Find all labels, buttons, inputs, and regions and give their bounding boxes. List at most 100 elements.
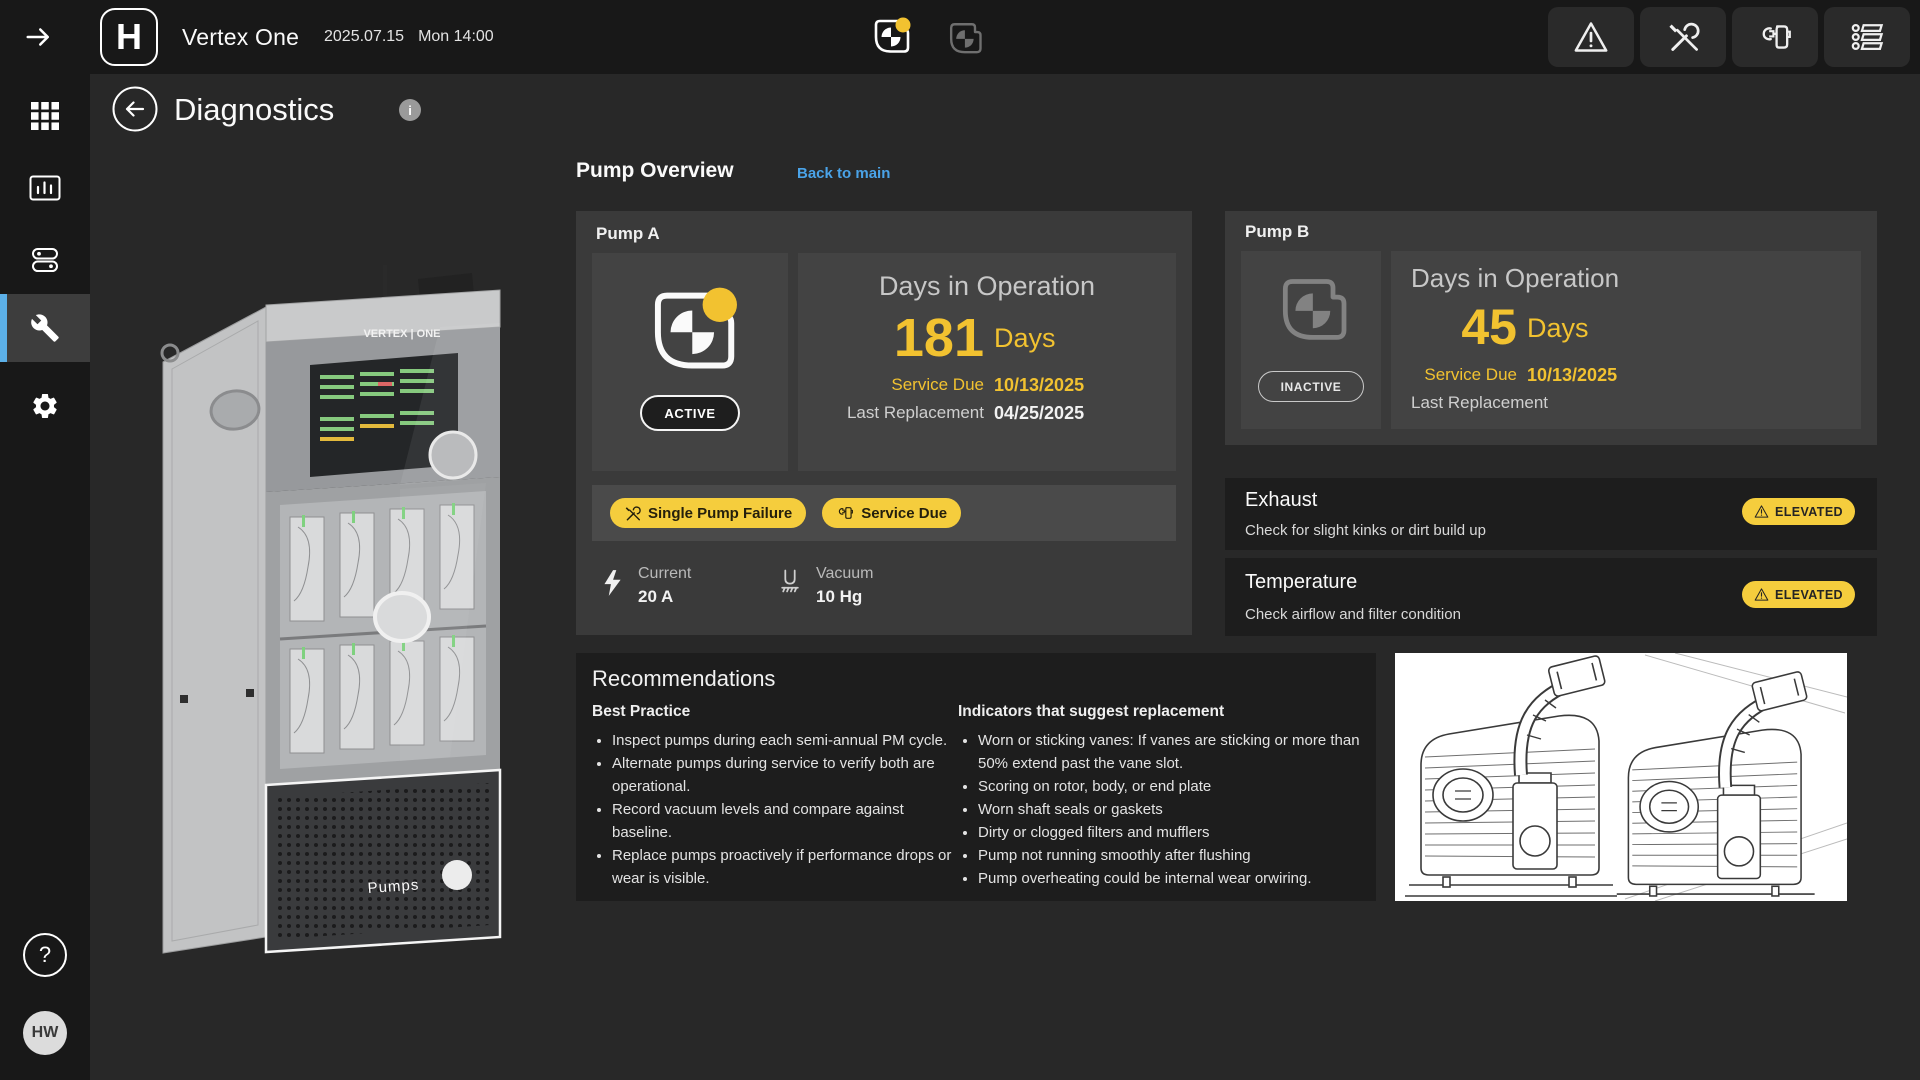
lightning-icon <box>600 569 624 597</box>
pump-a-service-due-value: 10/13/2025 <box>994 371 1154 399</box>
vacuum-value: 10 Hg <box>816 585 874 609</box>
temperature-elevated-badge: ELEVATED <box>1742 581 1855 608</box>
sidebar-item-analytics[interactable] <box>0 160 90 216</box>
exhaust-description: Check for slight kinks or dirt build up <box>1245 522 1486 539</box>
temperature-card: Temperature Check airflow and filter con… <box>1225 558 1877 636</box>
sidebar-item-settings[interactable] <box>0 378 90 434</box>
list-item: Dirty or clogged filters and mufflers <box>978 821 1360 844</box>
pump-b-last-replacement-label: Last Replacement <box>1411 389 1517 417</box>
pump-b-icon <box>1266 265 1356 353</box>
apps-grid-icon <box>31 102 59 130</box>
pump-a-status-text: ACTIVE <box>664 406 715 421</box>
single-pump-failure-badge[interactable]: Single Pump Failure <box>610 498 806 528</box>
pump-b-days-tile: Days in Operation 45 Days Service Due 10… <box>1391 251 1861 429</box>
main-content: Diagnostics i VERTEX | ONE <box>90 74 1920 1080</box>
avatar-initials: HW <box>32 1024 59 1042</box>
pump-a-days-unit: Days <box>994 309 1154 371</box>
indicators-column: Indicators that suggest replacement Worn… <box>958 703 1360 890</box>
info-glyph: i <box>408 103 412 118</box>
pump-b-name: Pump B <box>1245 222 1309 242</box>
info-icon[interactable]: i <box>399 99 421 121</box>
back-button[interactable] <box>112 86 158 132</box>
crossed-tools-icon <box>624 505 641 522</box>
pump-a-metrics: Current 20 A Vacuum 10 Hg <box>600 563 874 609</box>
pump-b-status-pill: INACTIVE <box>1258 371 1364 402</box>
machine-brand-label: VERTEX | ONE <box>363 328 440 340</box>
indicators-list: Worn or sticking vanes: If vanes are sti… <box>958 729 1360 890</box>
datetime: 2025.07.15 Mon 14:00 <box>324 0 494 74</box>
days-in-operation-label: Days in Operation <box>1411 263 1619 294</box>
vacuum-metric: Vacuum 10 Hg <box>778 563 874 609</box>
list-item: Inspect pumps during each semi-annual PM… <box>612 729 952 752</box>
pump-a-icon <box>630 275 750 385</box>
days-in-operation-label: Days in Operation <box>798 271 1176 302</box>
list-item: Pump not running smoothly after flushing <box>978 844 1360 867</box>
sidebar: ? HW <box>0 74 90 1080</box>
badge-label: Service Due <box>861 505 947 522</box>
help-glyph: ? <box>39 942 51 968</box>
warning-triangle-icon <box>1754 587 1769 602</box>
page-title: Diagnostics <box>174 92 334 128</box>
pump-a-days-tile: Days in Operation 181 Days Service Due 1… <box>798 253 1176 471</box>
temperature-title: Temperature <box>1245 571 1357 594</box>
section-title: Pump Overview <box>576 159 734 183</box>
sidebar-item-apps[interactable] <box>0 88 90 144</box>
pump-b-service-due-label: Service Due <box>1411 361 1517 389</box>
elevated-text: ELEVATED <box>1775 588 1843 602</box>
pump-b-last-replacement-value <box>1527 389 1831 417</box>
machine-illustration: VERTEX | ONE <box>150 265 510 965</box>
logo-letter: H <box>116 16 142 58</box>
honeywell-logo[interactable]: H <box>100 8 158 66</box>
bar-chart-icon <box>29 175 61 201</box>
service-wrench-icon <box>1757 19 1793 55</box>
pump-a-service-due-label: Service Due <box>824 371 984 399</box>
vertex-one-app: H Vertex One 2025.07.15 Mon 14:00 <box>0 0 1920 1080</box>
pump-b-days-unit: Days <box>1527 299 1831 361</box>
pump-a-badge-strip: Single Pump Failure Service Due <box>592 485 1176 541</box>
back-to-main-link[interactable]: Back to main <box>797 165 890 182</box>
expand-nav-arrow-icon[interactable] <box>24 22 54 52</box>
service-button[interactable] <box>1732 7 1818 67</box>
service-wrench-icon <box>836 504 854 522</box>
list-item: Record vacuum levels and compare against… <box>612 798 952 844</box>
sidebar-item-controls[interactable] <box>0 232 90 288</box>
sidebar-item-diagnostics[interactable] <box>0 294 90 362</box>
list-item: Worn or sticking vanes: If vanes are sti… <box>978 729 1360 775</box>
pump-b-icon-tile: INACTIVE <box>1241 251 1381 429</box>
time-text: Mon 14:00 <box>418 28 494 46</box>
alerts-button[interactable] <box>1548 7 1634 67</box>
pump-a-days-value: 181 <box>824 309 984 371</box>
pump-a-status-icon[interactable] <box>866 12 914 60</box>
active-indicator-bar <box>0 294 7 362</box>
exhaust-card: Exhaust Check for slight kinks or dirt b… <box>1225 478 1877 550</box>
pump-b-service-due-value: 10/13/2025 <box>1527 361 1831 389</box>
current-label: Current <box>638 563 691 585</box>
date-text: 2025.07.15 <box>324 28 404 46</box>
list-item: Alternate pumps during service to verify… <box>612 752 952 798</box>
user-avatar[interactable]: HW <box>23 1011 67 1055</box>
app-title: Vertex One <box>182 0 299 74</box>
pump-b-card: Pump B INACTIVE Days in Operation 45 Day… <box>1225 211 1877 445</box>
best-practice-list: Inspect pumps during each semi-annual PM… <box>592 729 952 890</box>
best-practice-heading: Best Practice <box>592 703 952 721</box>
machine-pumps-label: Pumps <box>367 876 420 897</box>
exhaust-elevated-badge: ELEVATED <box>1742 498 1855 525</box>
pump-a-card: Pump A ACTIVE Days in Operation 181 Days… <box>576 211 1192 635</box>
controls-toggles-icon <box>30 246 60 274</box>
help-button[interactable]: ? <box>23 933 67 977</box>
checklist-button[interactable] <box>1824 7 1910 67</box>
pump-a-last-replacement-value: 04/25/2025 <box>994 399 1154 427</box>
indicators-heading: Indicators that suggest replacement <box>958 703 1360 721</box>
service-due-badge[interactable]: Service Due <box>822 498 961 528</box>
vacuum-label: Vacuum <box>816 563 874 585</box>
best-practice-column: Best Practice Inspect pumps during each … <box>592 703 952 890</box>
current-value: 20 A <box>638 585 691 609</box>
checklist-icon <box>1849 19 1885 55</box>
crossed-tools-icon <box>1666 20 1700 54</box>
pump-b-status-icon[interactable] <box>942 16 986 60</box>
gear-icon <box>30 391 60 421</box>
current-metric: Current 20 A <box>600 563 778 609</box>
tools-button[interactable] <box>1640 7 1726 67</box>
warning-triangle-icon <box>1754 504 1769 519</box>
pump-b-days-value: 45 <box>1411 299 1517 361</box>
